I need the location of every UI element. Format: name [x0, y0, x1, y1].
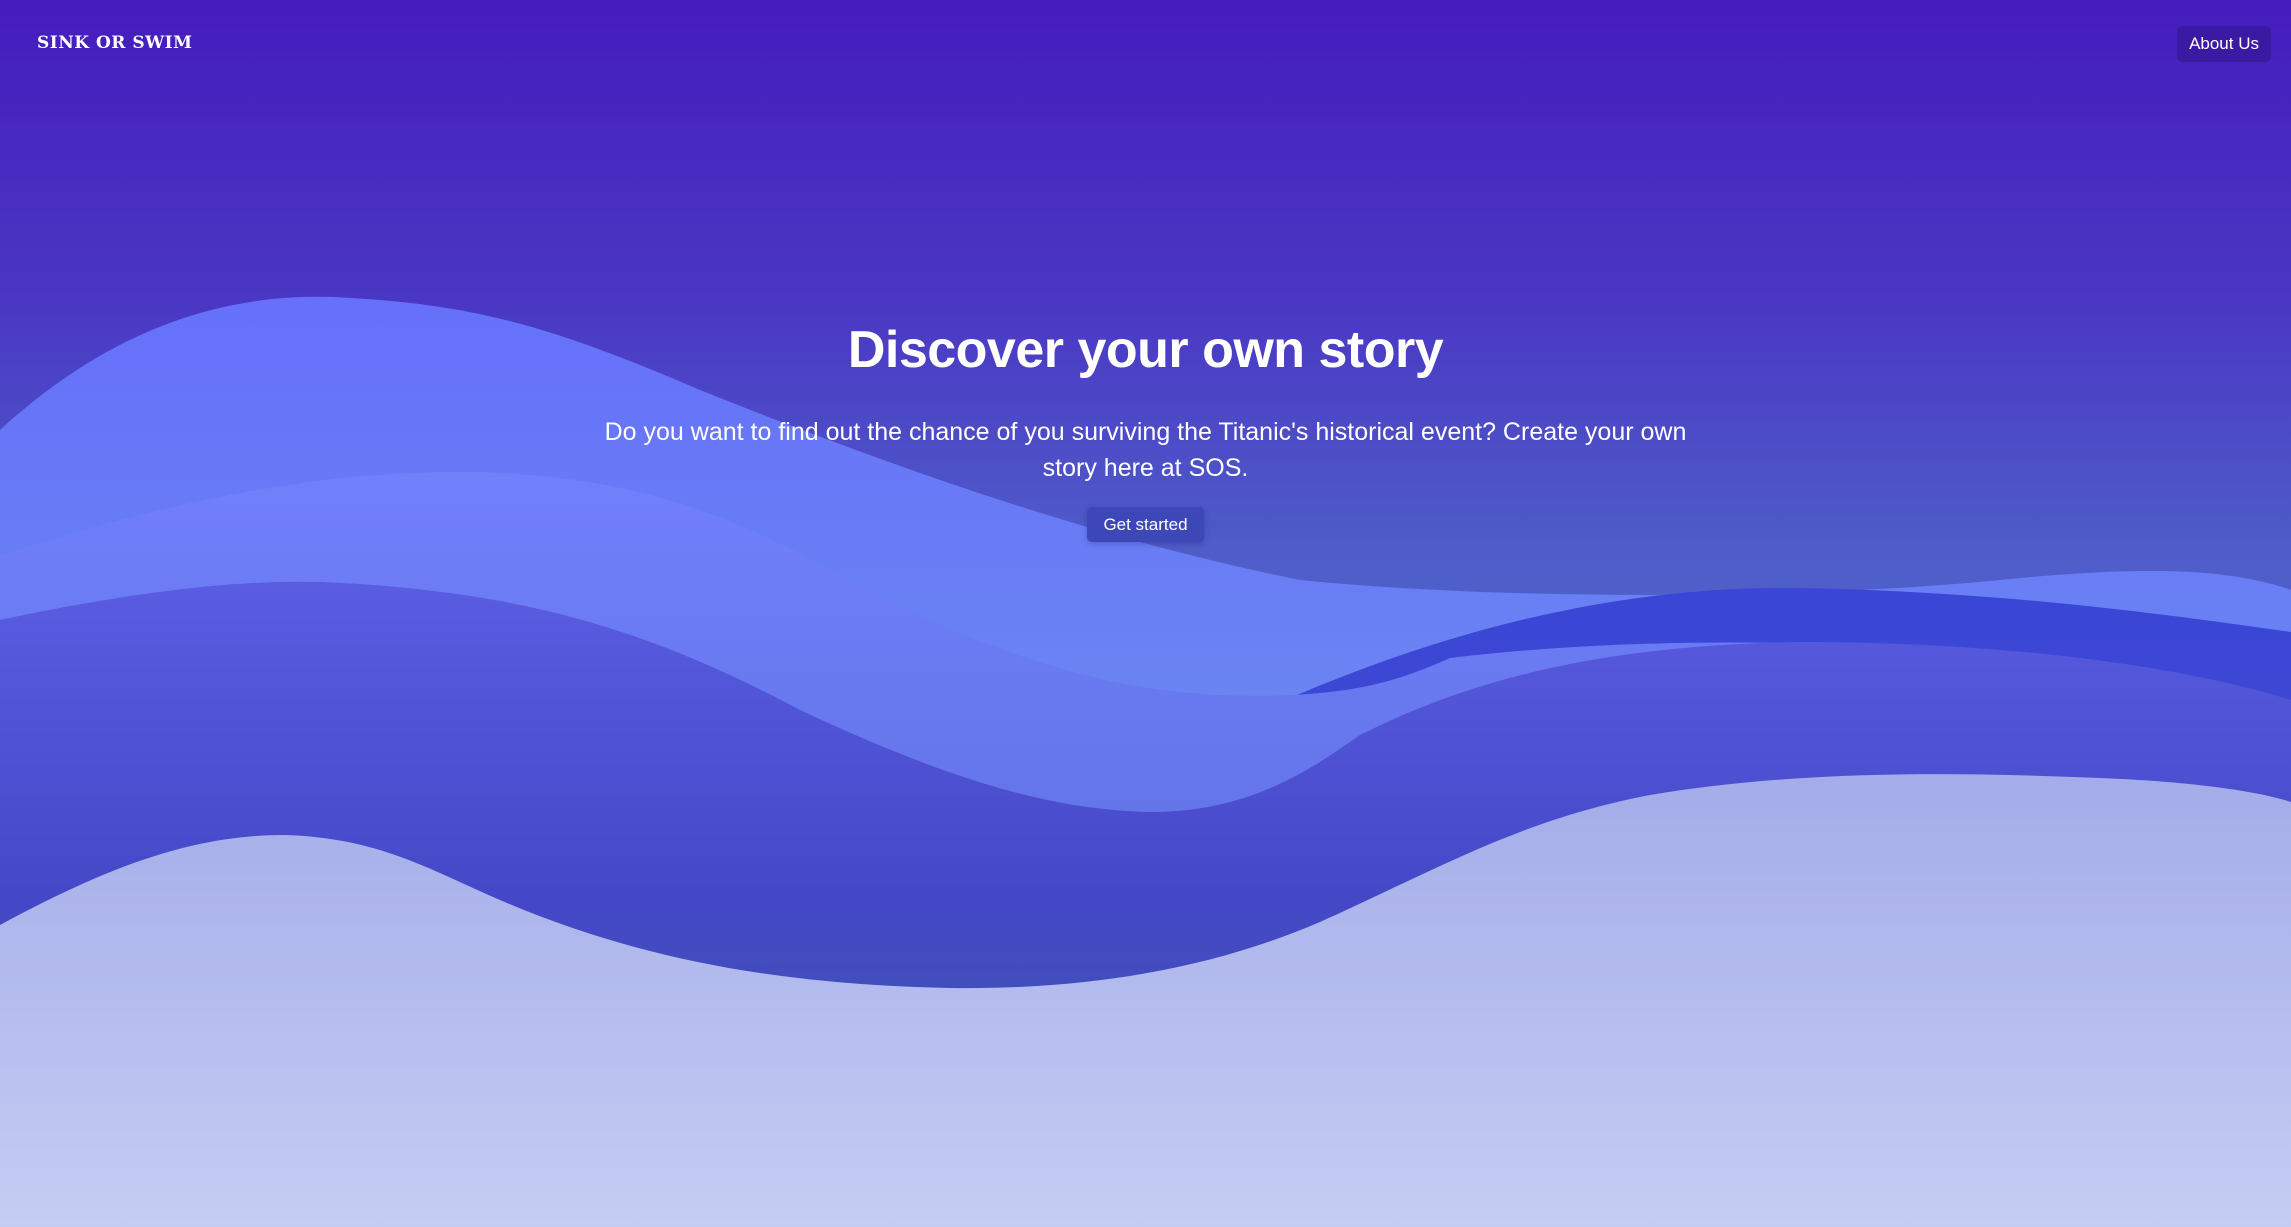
get-started-button[interactable]: Get started [1087, 507, 1204, 542]
about-us-button[interactable]: About Us [2177, 26, 2271, 62]
background-waves [0, 296, 2291, 1227]
top-navigation-bar: SINK OR SWIM About Us [0, 0, 2291, 90]
hero-title: Discover your own story [847, 321, 1444, 379]
site-logo[interactable]: SINK OR SWIM [37, 33, 192, 53]
hero-section: Discover your own story Do you want to f… [0, 320, 2291, 542]
hero-description: Do you want to find out the chance of yo… [604, 418, 1687, 482]
landing-page: SINK OR SWIM About Us Discover your own … [0, 0, 2291, 1227]
